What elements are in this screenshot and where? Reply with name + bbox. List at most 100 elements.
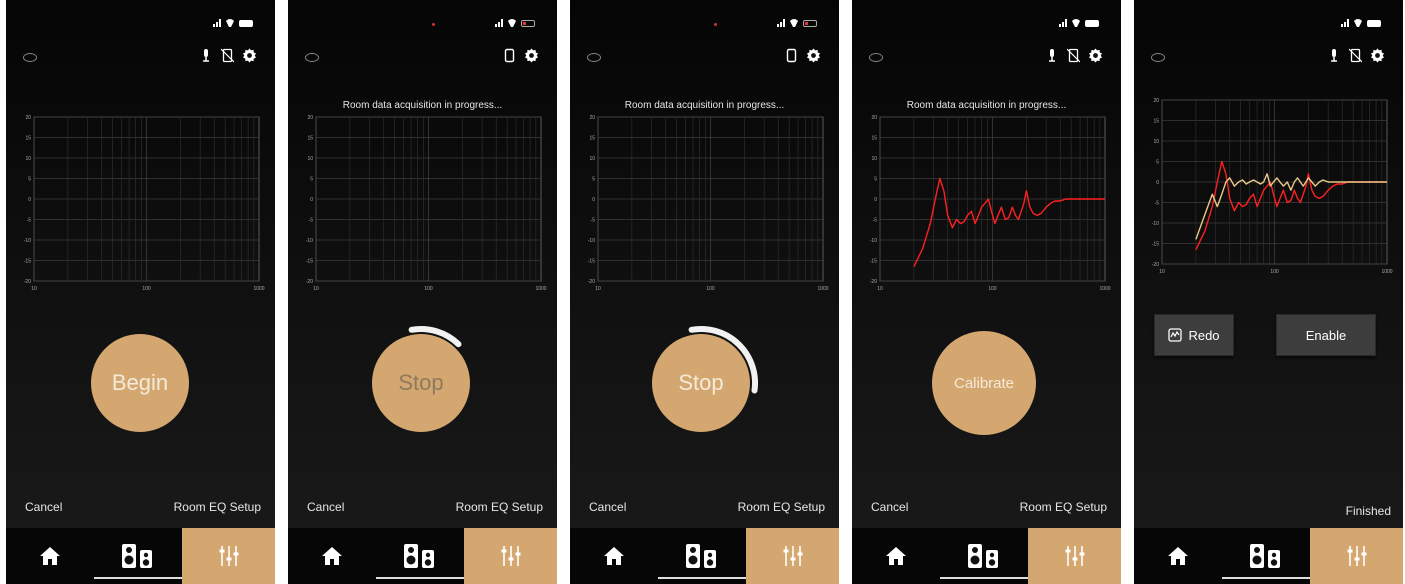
gear-icon[interactable]: [524, 48, 539, 63]
status-bar: [1341, 18, 1381, 28]
tab-home[interactable]: [288, 528, 376, 584]
y-tick-label: -15: [24, 259, 31, 265]
y-tick-label: 10: [1153, 139, 1159, 145]
progress-arc-path: [408, 326, 462, 348]
tab-room-eq[interactable]: [182, 528, 275, 584]
gear-icon[interactable]: [1088, 48, 1103, 63]
cancel-link[interactable]: Cancel: [307, 500, 344, 514]
tab-room-eq[interactable]: [464, 528, 557, 584]
y-tick-label: -5: [591, 218, 596, 224]
tab-speakers[interactable]: [94, 528, 182, 584]
x-tick-label: 10: [313, 286, 319, 292]
signal-icon: [777, 19, 785, 27]
tab-room-eq[interactable]: [1310, 528, 1403, 584]
begin-button[interactable]: Begin: [91, 334, 189, 432]
tab-home[interactable]: [852, 528, 940, 584]
mic-icon: [1049, 49, 1055, 62]
cancel-link[interactable]: Cancel: [25, 500, 62, 514]
wifi-icon: [507, 19, 517, 27]
tab-speakers[interactable]: [940, 528, 1028, 584]
frequency-response-chart: 20151050-5-10-15-2010 100 1000: [24, 115, 265, 292]
speakers-icon: [404, 544, 434, 568]
brand-logo: [23, 53, 37, 62]
brand-logo: [305, 53, 319, 62]
wifi-icon: [225, 19, 235, 27]
status-bar: [777, 18, 817, 28]
status-message: Room data acquisition in progress...: [342, 100, 503, 111]
home-icon: [1168, 547, 1188, 565]
phone-icon: [504, 48, 515, 63]
status-bar: [495, 18, 535, 28]
cancel-link[interactable]: Cancel: [871, 500, 908, 514]
y-tick-label: 0: [28, 197, 31, 203]
y-tick-label: 10: [307, 156, 313, 162]
progress-arc-path: [688, 326, 759, 394]
progress-arc: [688, 326, 759, 394]
response-curve: [913, 177, 1105, 268]
y-tick-label: 5: [310, 177, 313, 183]
phone-icon: [786, 48, 797, 63]
eq-sliders-icon: [783, 546, 802, 566]
y-tick-label: -20: [24, 279, 31, 285]
tab-bar: [1134, 528, 1403, 584]
eq-sliders-icon: [1065, 546, 1084, 566]
response-curve: [1195, 173, 1387, 240]
response-curve: [1195, 160, 1387, 251]
y-tick-label: -5: [1155, 201, 1160, 207]
speakers-icon: [686, 544, 716, 568]
tab-room-eq[interactable]: [1028, 528, 1121, 584]
y-tick-label: 15: [589, 136, 595, 142]
battery-icon: [1367, 19, 1381, 27]
enable-button[interactable]: Enable: [1276, 314, 1376, 356]
wifi-icon: [1071, 19, 1081, 27]
finished-link[interactable]: Finished: [1346, 504, 1391, 518]
tab-home[interactable]: [6, 528, 94, 584]
phone-screen-stop-2: Room data acquisition in progress... 20 1…: [570, 0, 839, 584]
tab-room-eq[interactable]: [746, 528, 839, 584]
y-tick-label: -10: [588, 238, 595, 244]
y-tick-label: 0: [592, 197, 595, 203]
mic-icon: [1331, 49, 1337, 62]
tab-speakers[interactable]: [376, 528, 464, 584]
y-tick-label: 15: [1153, 119, 1159, 125]
top-icons: [785, 48, 821, 63]
frequency-response-chart: 20151050-5-10-15-2010 100 1000: [588, 115, 829, 292]
phone-off-icon: [1349, 48, 1362, 63]
battery-icon: [1085, 19, 1099, 27]
screen-title: Room EQ Setup: [173, 500, 261, 514]
tab-speakers[interactable]: [658, 528, 746, 584]
chart-icon: [1168, 328, 1183, 342]
top-icons: [503, 48, 539, 63]
tab-speakers[interactable]: [1222, 528, 1310, 584]
cancel-link[interactable]: Cancel: [589, 500, 626, 514]
x-tick-label: 1000: [535, 286, 546, 292]
tab-home[interactable]: [570, 528, 658, 584]
y-tick-label: -5: [27, 218, 32, 224]
x-tick-label: 100: [988, 286, 997, 292]
speakers-icon: [968, 544, 998, 568]
tab-home[interactable]: [1134, 528, 1222, 584]
gear-icon[interactable]: [242, 48, 257, 63]
y-tick-label: 5: [1156, 160, 1159, 166]
top-icons: [1328, 48, 1385, 63]
screen-title: Room EQ Setup: [737, 500, 825, 514]
y-tick-label: 5: [28, 177, 31, 183]
y-tick-label: -5: [309, 218, 314, 224]
status-message: Room data acquisition in progress...: [624, 100, 785, 111]
y-tick-label: -20: [306, 279, 313, 285]
tab-indicator: [1222, 577, 1310, 579]
gear-icon[interactable]: [1370, 48, 1385, 63]
signal-icon: [1059, 19, 1067, 27]
y-tick-label: -20: [870, 279, 877, 285]
calibrate-button[interactable]: Calibrate: [932, 331, 1036, 435]
battery-low-icon: [803, 19, 817, 27]
brand-logo: [1151, 53, 1165, 62]
redo-button[interactable]: Redo: [1154, 314, 1234, 356]
gear-icon[interactable]: [806, 48, 821, 63]
tab-bar: [6, 528, 275, 584]
x-tick-label: 100: [706, 286, 715, 292]
signal-icon: [1341, 19, 1349, 27]
progress-arc: [408, 326, 462, 348]
x-tick-label: 1000: [253, 286, 264, 292]
y-tick-label: 10: [589, 156, 595, 162]
